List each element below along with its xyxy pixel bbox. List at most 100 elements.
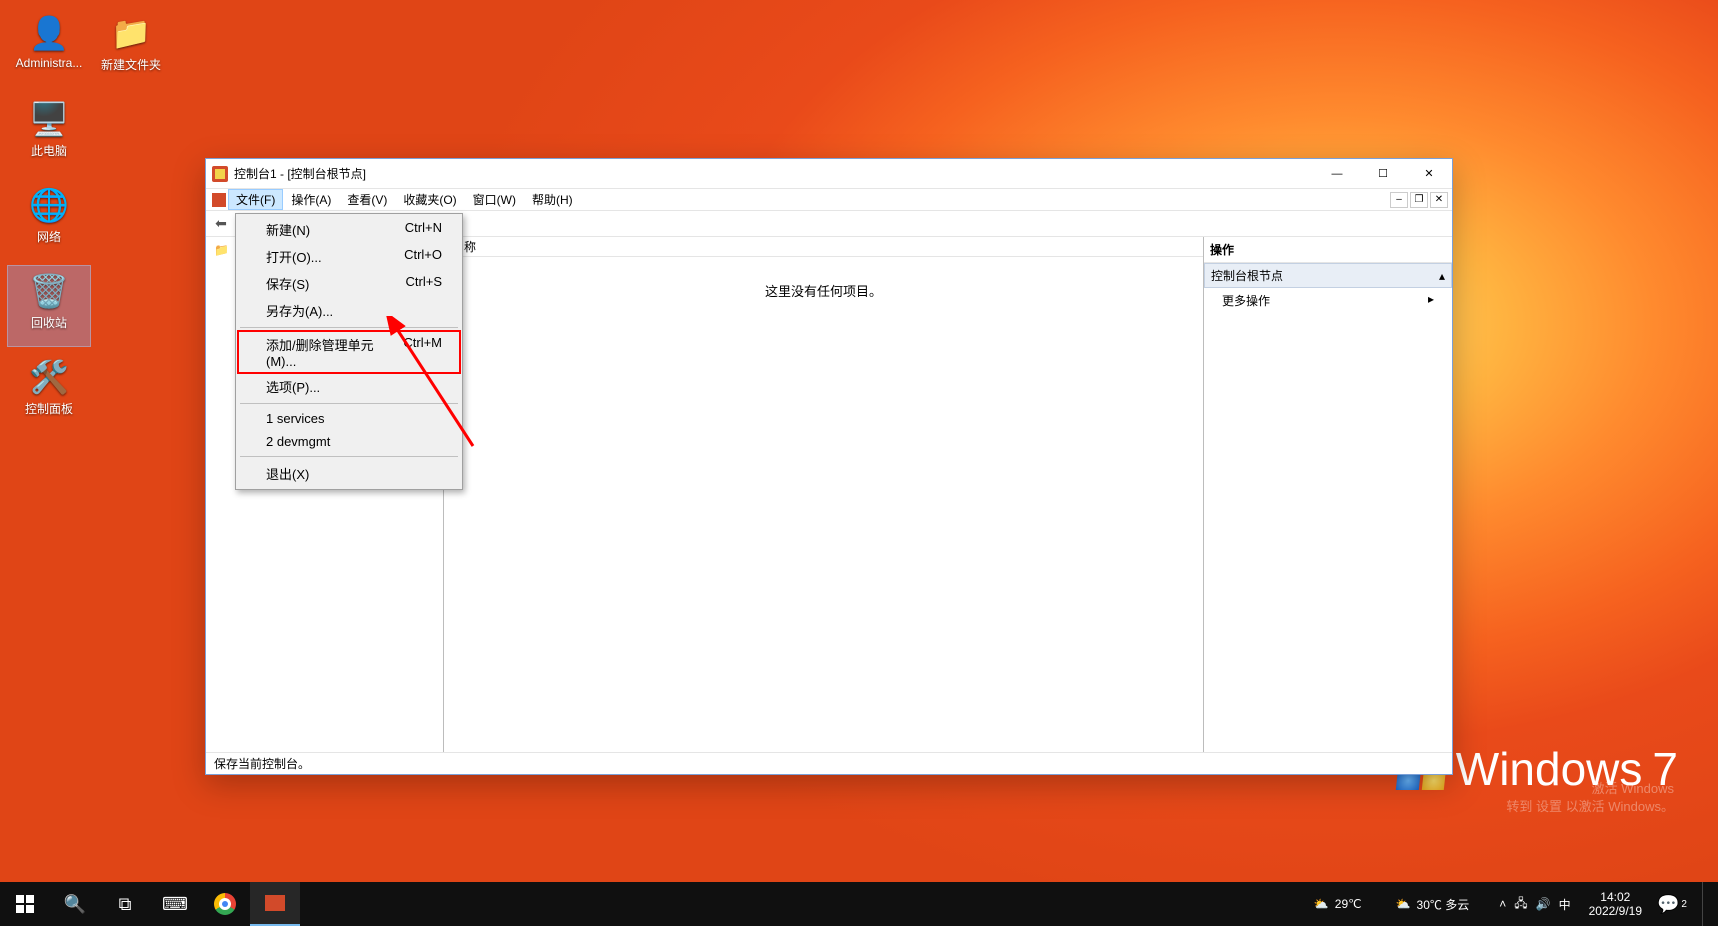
activation-watermark: 激活 Windows 转到 设置 以激活 Windows。 [1506,780,1674,816]
chevron-right-icon: ▸ [1428,292,1434,309]
menu-item-save-as[interactable]: 另存为(A)... [238,297,460,324]
menu-item-options[interactable]: 选项(P)... [238,373,460,400]
menu-item-recent-2[interactable]: 2 devmgmt [238,430,460,453]
desktop-icon-recycle-bin[interactable]: 🗑️ 回收站 [8,266,90,346]
titlebar[interactable]: 控制台1 - [控制台根节点] — ☐ ✕ [206,159,1452,189]
menu-view[interactable]: 查看(V) [339,189,395,210]
doc-icon [210,189,228,210]
minimize-button[interactable]: — [1314,159,1360,189]
icon-label: Administra... [10,56,88,70]
actions-more-label: 更多操作 [1222,292,1270,309]
desktop-icon-area: 👤 Administra... 📁 新建文件夹 🖥️ 此电脑 🌐 网络 🗑️ 回… [8,8,90,438]
mmc-taskbar-button[interactable] [250,882,300,926]
control-panel-icon: 🛠️ [28,356,70,398]
desktop-icon-this-pc[interactable]: 🖥️ 此电脑 [8,94,90,174]
menu-item-add-remove-snapin[interactable]: 添加/删除管理单元(M)... Ctrl+M [238,331,460,373]
menu-favorites[interactable]: 收藏夹(O) [395,189,464,210]
search-button[interactable]: 🔍 [50,882,100,926]
desktop-icon-new-folder[interactable]: 📁 新建文件夹 [90,8,172,88]
mdi-minimize[interactable]: – [1390,192,1408,208]
taskbar-right: ⛅ 29℃ ⛅ 30℃ 多云 ˄ 🖧 🔊 中 14:02 2022/9/19 💬… [1302,882,1718,926]
network-tray-icon[interactable]: 🖧 [1514,894,1527,915]
menu-separator [240,403,458,404]
mdi-controls: – ❐ ✕ [1390,189,1452,210]
menu-accel: Ctrl+N [405,220,442,239]
mmc-icon [265,895,285,911]
menu-item-open[interactable]: 打开(O)... Ctrl+O [238,243,460,270]
taskbar-clock[interactable]: 14:02 2022/9/19 [1589,890,1642,919]
mdi-close[interactable]: ✕ [1430,192,1448,208]
menu-separator [240,327,458,328]
weather-temp: 29℃ [1335,897,1362,911]
user-folder-icon: 👤 [28,12,70,54]
weather-icon: ⛅ [1396,897,1411,911]
tray-overflow-icon[interactable]: ˄ [1499,897,1506,911]
menu-accel: Ctrl+O [404,247,442,266]
task-view-button[interactable]: ⧉ [100,882,150,926]
volume-tray-icon[interactable]: 🔊 [1536,897,1551,911]
desktop-icon-network[interactable]: 🌐 网络 [8,180,90,260]
actions-pane: 操作 控制台根节点 ▴ 更多操作 ▸ [1204,237,1452,752]
maximize-button[interactable]: ☐ [1360,159,1406,189]
content-empty-text: 这里没有任何项目。 [444,257,1203,752]
menu-item-recent-1[interactable]: 1 services [238,407,460,430]
task-view-icon: ⧉ [119,894,132,915]
desktop-icon-administrator[interactable]: 👤 Administra... [8,8,90,88]
menu-item-new[interactable]: 新建(N) Ctrl+N [238,216,460,243]
mdi-restore[interactable]: ❐ [1410,192,1428,208]
folder-icon: 📁 [110,12,152,54]
menu-window[interactable]: 窗口(W) [465,189,524,210]
this-pc-icon: 🖥️ [28,98,70,140]
close-button[interactable]: ✕ [1406,159,1452,189]
taskbar: 🔍 ⧉ ⌨ ⛅ 29℃ ⛅ 30℃ 多云 ˄ 🖧 🔊 中 14:02 [0,882,1718,926]
system-tray[interactable]: ˄ 🖧 🔊 中 [1491,894,1578,915]
window-controls: — ☐ ✕ [1314,159,1452,189]
back-button-icon[interactable]: ⬅ [210,213,232,235]
icon-label: 控制面板 [10,400,88,417]
menu-accel: Ctrl+M [403,335,442,369]
actions-title: 操作 [1204,237,1452,263]
menu-label: 2 devmgmt [266,434,330,449]
search-icon: 🔍 [64,894,86,915]
chrome-button[interactable] [200,882,250,926]
statusbar: 保存当前控制台。 [206,752,1452,774]
ime-indicator[interactable]: 中 [1559,896,1571,913]
window-title: 控制台1 - [控制台根节点] [234,165,366,182]
icon-label: 新建文件夹 [92,56,170,73]
notification-button[interactable]: 💬 2 [1652,882,1692,926]
menubar: 文件(F) 操作(A) 查看(V) 收藏夹(O) 窗口(W) 帮助(H) – ❐… [206,189,1452,211]
desktop-icon-control-panel[interactable]: 🛠️ 控制面板 [8,352,90,432]
keyboard-button[interactable]: ⌨ [150,882,200,926]
menu-item-exit[interactable]: 退出(X) [238,460,460,487]
file-dropdown-menu: 新建(N) Ctrl+N 打开(O)... Ctrl+O 保存(S) Ctrl+… [235,213,463,490]
menu-label: 添加/删除管理单元(M)... [266,335,403,369]
content-column-name[interactable]: 名称 [444,237,1203,257]
watermark-line2: 转到 设置 以激活 Windows。 [1506,798,1674,816]
menu-file[interactable]: 文件(F) [228,189,283,210]
menu-help[interactable]: 帮助(H) [524,189,581,210]
windows-start-icon [16,895,34,913]
menu-accel: Ctrl+S [406,274,442,293]
weather-left[interactable]: ⛅ 29℃ [1302,897,1374,911]
taskbar-left: 🔍 ⧉ ⌨ [0,882,300,926]
chrome-icon [214,893,236,915]
icon-label: 回收站 [10,314,88,331]
menu-label: 另存为(A)... [266,301,333,320]
icon-label: 网络 [10,228,88,245]
notification-count: 2 [1681,899,1687,910]
menu-action[interactable]: 操作(A) [283,189,339,210]
menu-label: 退出(X) [266,464,309,483]
show-desktop-button[interactable] [1702,882,1708,926]
menu-label: 打开(O)... [266,247,322,266]
notification-icon: 💬 [1657,894,1679,915]
weather-right[interactable]: ⛅ 30℃ 多云 [1384,896,1482,913]
actions-section[interactable]: 控制台根节点 ▴ [1204,263,1452,288]
menu-label: 保存(S) [266,274,309,293]
menu-item-save[interactable]: 保存(S) Ctrl+S [238,270,460,297]
icon-label: 此电脑 [10,142,88,159]
network-icon: 🌐 [28,184,70,226]
start-button[interactable] [0,882,50,926]
mmc-icon [212,166,228,182]
actions-more[interactable]: 更多操作 ▸ [1204,288,1452,313]
collapse-icon[interactable]: ▴ [1439,269,1445,283]
